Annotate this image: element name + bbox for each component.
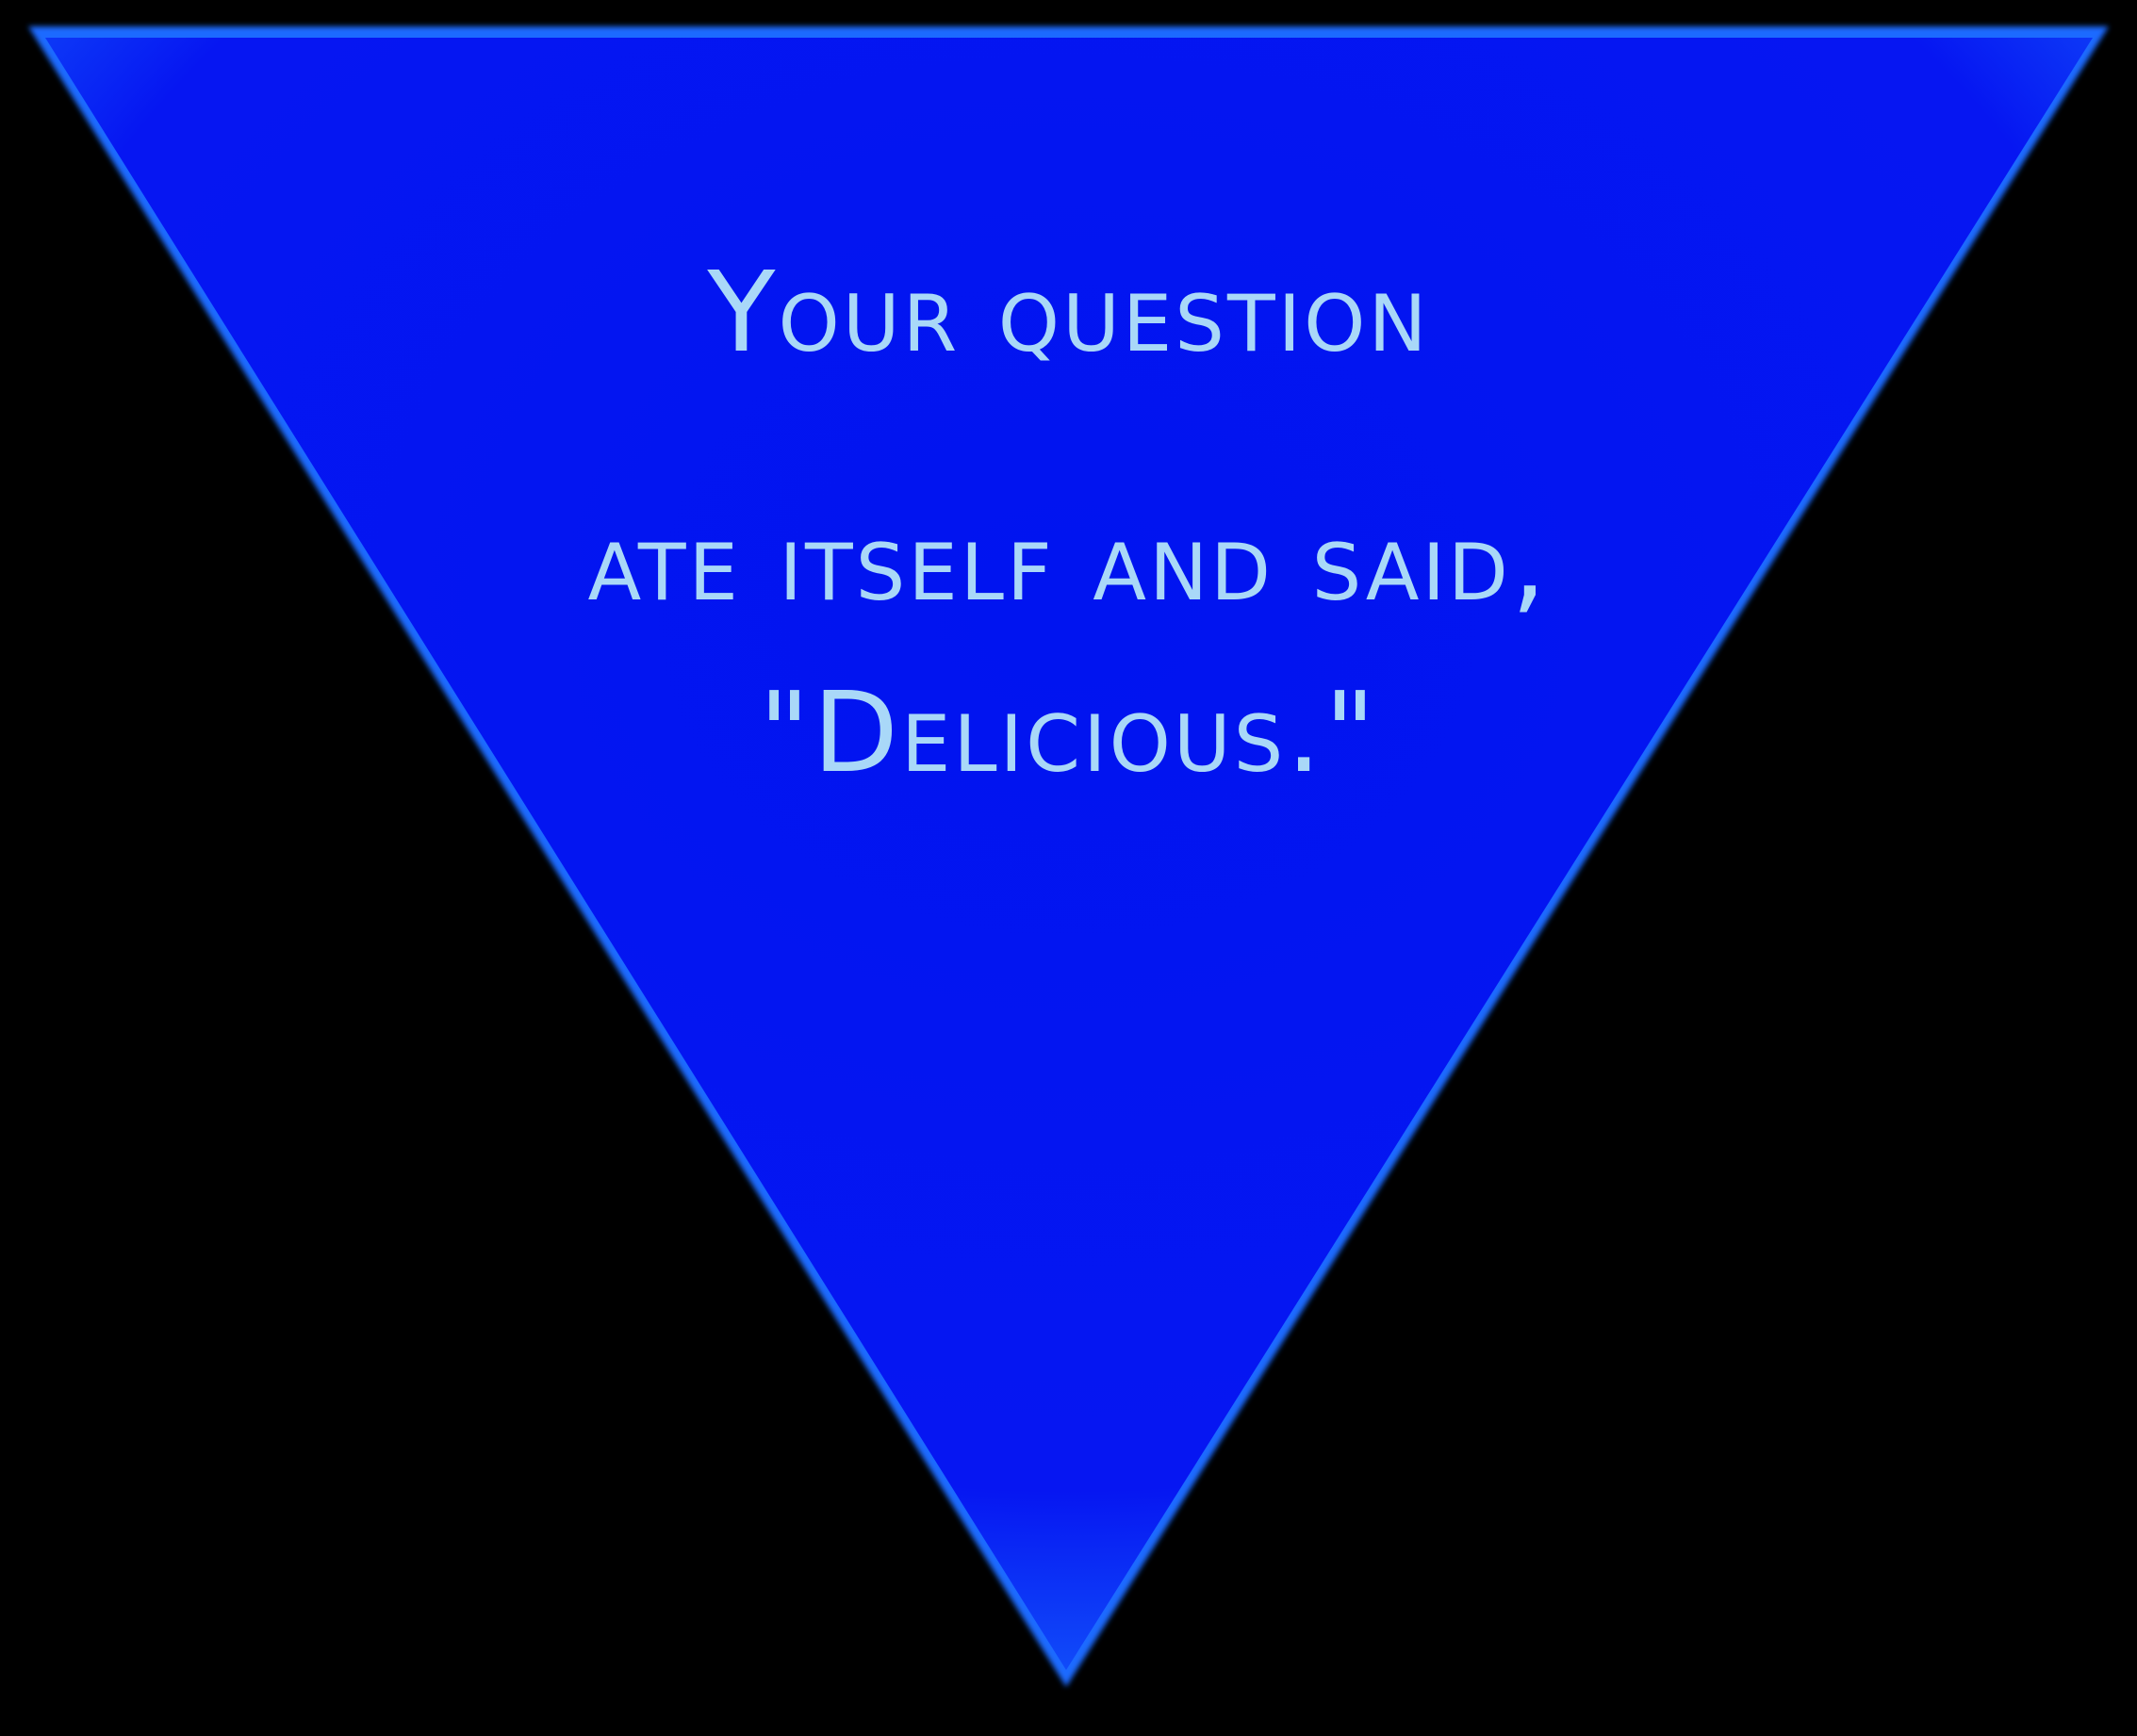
magic-8-ball-window: Your question ate itself and said, "Deli… (0, 0, 2137, 1736)
answer-line-3: "Delicious." (758, 667, 1379, 797)
answer-line-1: Your question (707, 247, 1430, 377)
answer-line-2: ate itself and said, (587, 496, 1550, 626)
